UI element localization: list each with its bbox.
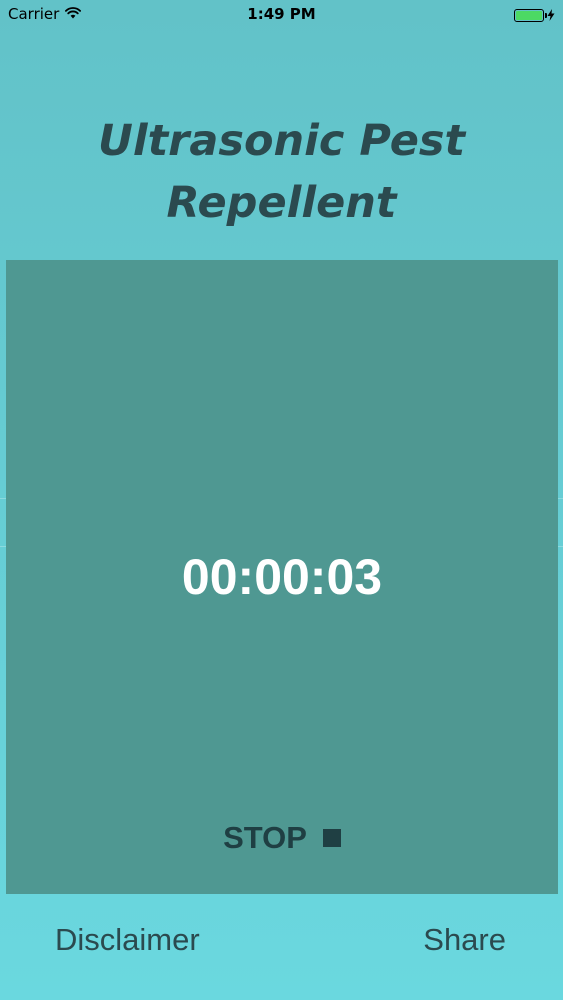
battery-fill <box>516 11 542 20</box>
stop-button-label: STOP <box>223 820 307 855</box>
stop-square-icon <box>322 829 341 847</box>
status-time: 1:49 PM <box>247 5 316 23</box>
repellent-panel: 00:00:03 STOP <box>6 260 558 894</box>
elapsed-timer: 00:00:03 <box>181 549 383 605</box>
battery-tip <box>545 13 547 18</box>
disclaimer-button[interactable]: Disclaimer <box>55 922 200 958</box>
status-bar: Carrier 1:49 PM <box>0 0 563 30</box>
stop-button[interactable]: STOP <box>6 820 558 856</box>
charging-bolt-icon <box>547 6 555 25</box>
status-right <box>514 6 555 25</box>
app-title: Ultrasonic Pest Repellent <box>97 116 466 228</box>
battery-icon <box>514 9 547 22</box>
share-button[interactable]: Share <box>423 922 506 958</box>
